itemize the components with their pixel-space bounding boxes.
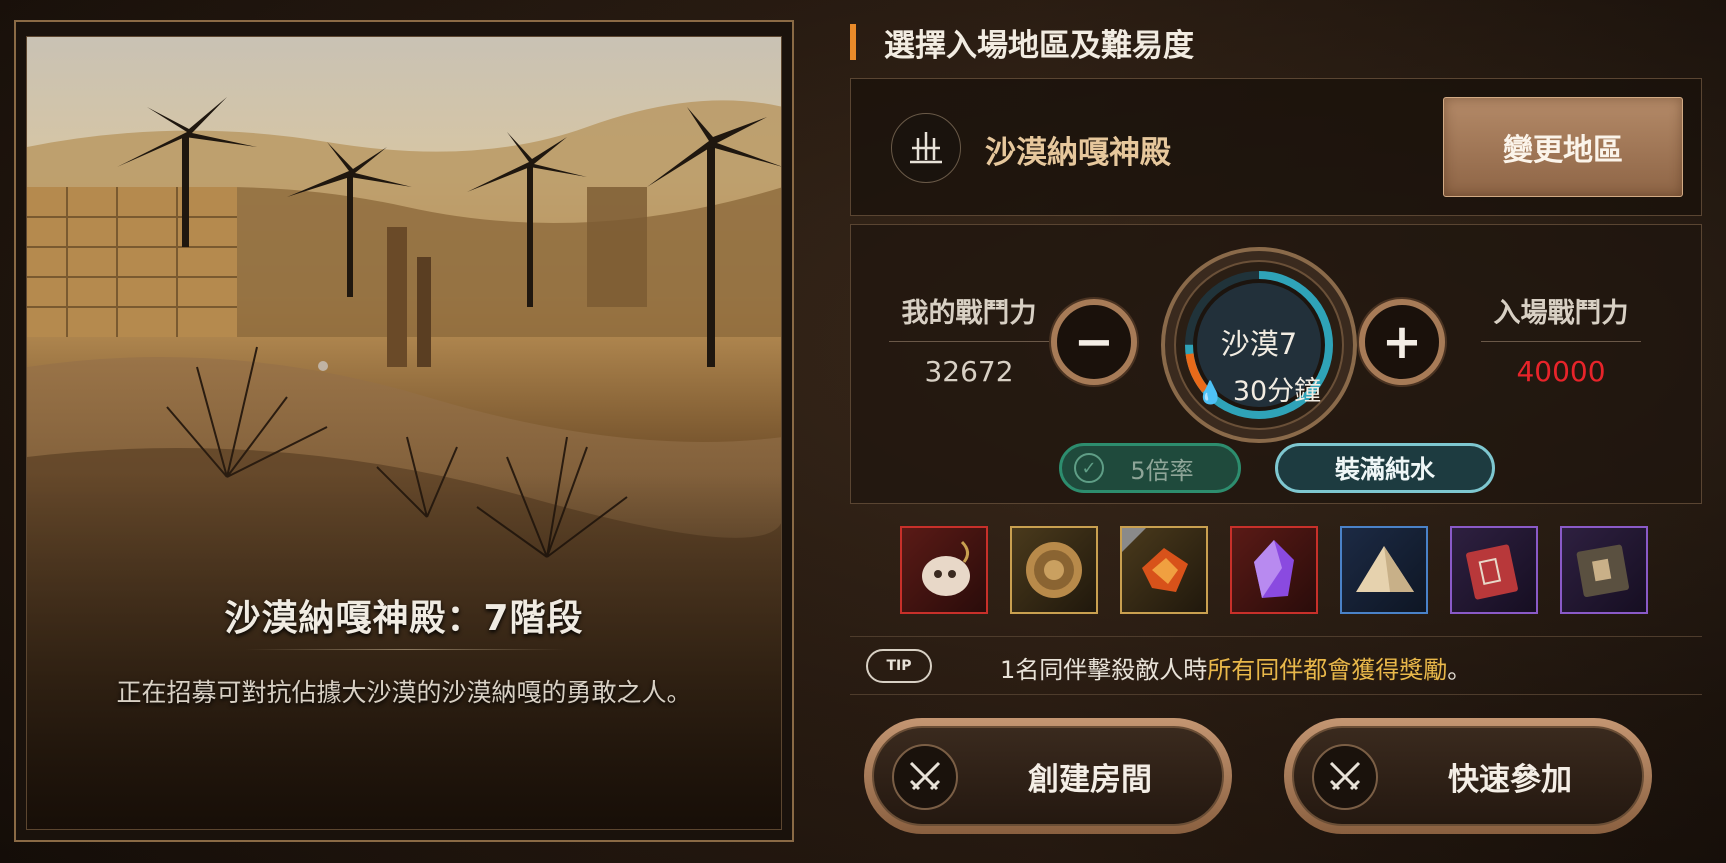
dungeon-preview-image: 沙漠納嘎神殿：7階段 正在招募可對抗佔據大沙漠的沙漠納嘎的勇敢之人。 [26, 36, 782, 830]
tip-text-before: 1名同伴擊殺敵人時 [1000, 656, 1208, 684]
increase-difficulty-button[interactable]: + [1359, 299, 1445, 385]
sand-pyramid-icon[interactable] [1340, 526, 1428, 614]
stage-name: 沙漠7 [1220, 327, 1298, 361]
section-title: 選擇入場地區及難易度 [884, 28, 1194, 64]
tip-text: 1名同伴擊殺敵人時所有同伴都會獲得獎勵。 [1000, 650, 1471, 685]
crossed-swords-icon [892, 744, 958, 810]
dark-book-icon[interactable] [1560, 526, 1648, 614]
minus-icon: − [1073, 314, 1115, 370]
skull-pendant-icon[interactable] [900, 526, 988, 614]
time-limit-value: 30分鐘 [1232, 376, 1322, 407]
quick-join-button-inner: 快速參加 [1292, 726, 1644, 826]
rate-toggle[interactable]: ✓ 5倍率 [1059, 443, 1241, 493]
my-power-value: 32672 [924, 355, 1014, 388]
dungeon-stage-title: 沙漠納嘎神殿：7階段 [224, 598, 584, 639]
tip-divider-bottom [850, 694, 1702, 695]
fill-water-toggle[interactable]: 裝滿純水 [1275, 443, 1495, 493]
dungeon-description: 正在招募可對抗佔據大沙漠的沙漠納嘎的勇敢之人。 [116, 678, 692, 707]
region-name: 沙漠納嘎神殿 [985, 135, 1171, 171]
my-power-divider [889, 341, 1049, 342]
create-room-button[interactable]: 創建房間 [864, 718, 1232, 834]
change-region-button[interactable]: 變更地區 [1443, 97, 1683, 197]
required-power-divider [1481, 341, 1641, 342]
desert-scene-illustration [27, 37, 781, 829]
required-power-value: 40000 [1516, 355, 1606, 388]
difficulty-dial: 沙漠7 💧 30分鐘 [1159, 245, 1359, 445]
tip-text-highlight: 所有同伴都會獲得獎勵 [1207, 656, 1448, 684]
required-power-label: 入場戰鬥力 [1493, 298, 1629, 329]
quick-join-button[interactable]: 快速參加 [1284, 718, 1652, 834]
title-divider [245, 649, 565, 650]
section-accent-bar [850, 24, 856, 60]
red-book-icon[interactable] [1450, 526, 1538, 614]
my-power-label: 我的戰鬥力 [901, 298, 1037, 329]
purple-crystal-icon[interactable] [1230, 526, 1318, 614]
rate-label: 5倍率 [1130, 456, 1194, 485]
tip-text-after: 。 [1447, 656, 1472, 684]
water-drop-icon: 💧 [1196, 381, 1225, 406]
crossed-swords-icon [1312, 744, 1378, 810]
difficulty-panel: 我的戰鬥力 32672 − 沙漠7 💧 30分鐘 + 入場戰鬥力 40000 ✓… [850, 224, 1702, 504]
quick-join-label: 快速參加 [1448, 761, 1572, 798]
fire-crystal-icon[interactable] [1120, 526, 1208, 614]
temple-sword-icon [891, 113, 961, 183]
map-marker-dot [318, 361, 328, 371]
decrease-difficulty-button[interactable]: − [1051, 299, 1137, 385]
create-room-label: 創建房間 [1028, 761, 1152, 798]
create-room-button-inner: 創建房間 [872, 726, 1224, 826]
region-selector: 沙漠納嘎神殿 變更地區 [850, 78, 1702, 216]
tip-divider-top [850, 636, 1702, 637]
plus-icon: + [1381, 314, 1423, 370]
tip-badge: TIP [866, 649, 932, 683]
dungeon-preview-panel: 沙漠納嘎神殿：7階段 正在招募可對抗佔據大沙漠的沙漠納嘎的勇敢之人。 [14, 20, 794, 842]
check-icon: ✓ [1074, 453, 1104, 483]
gold-coin-icon[interactable] [1010, 526, 1098, 614]
time-limit: 💧 30分鐘 [1159, 369, 1359, 408]
